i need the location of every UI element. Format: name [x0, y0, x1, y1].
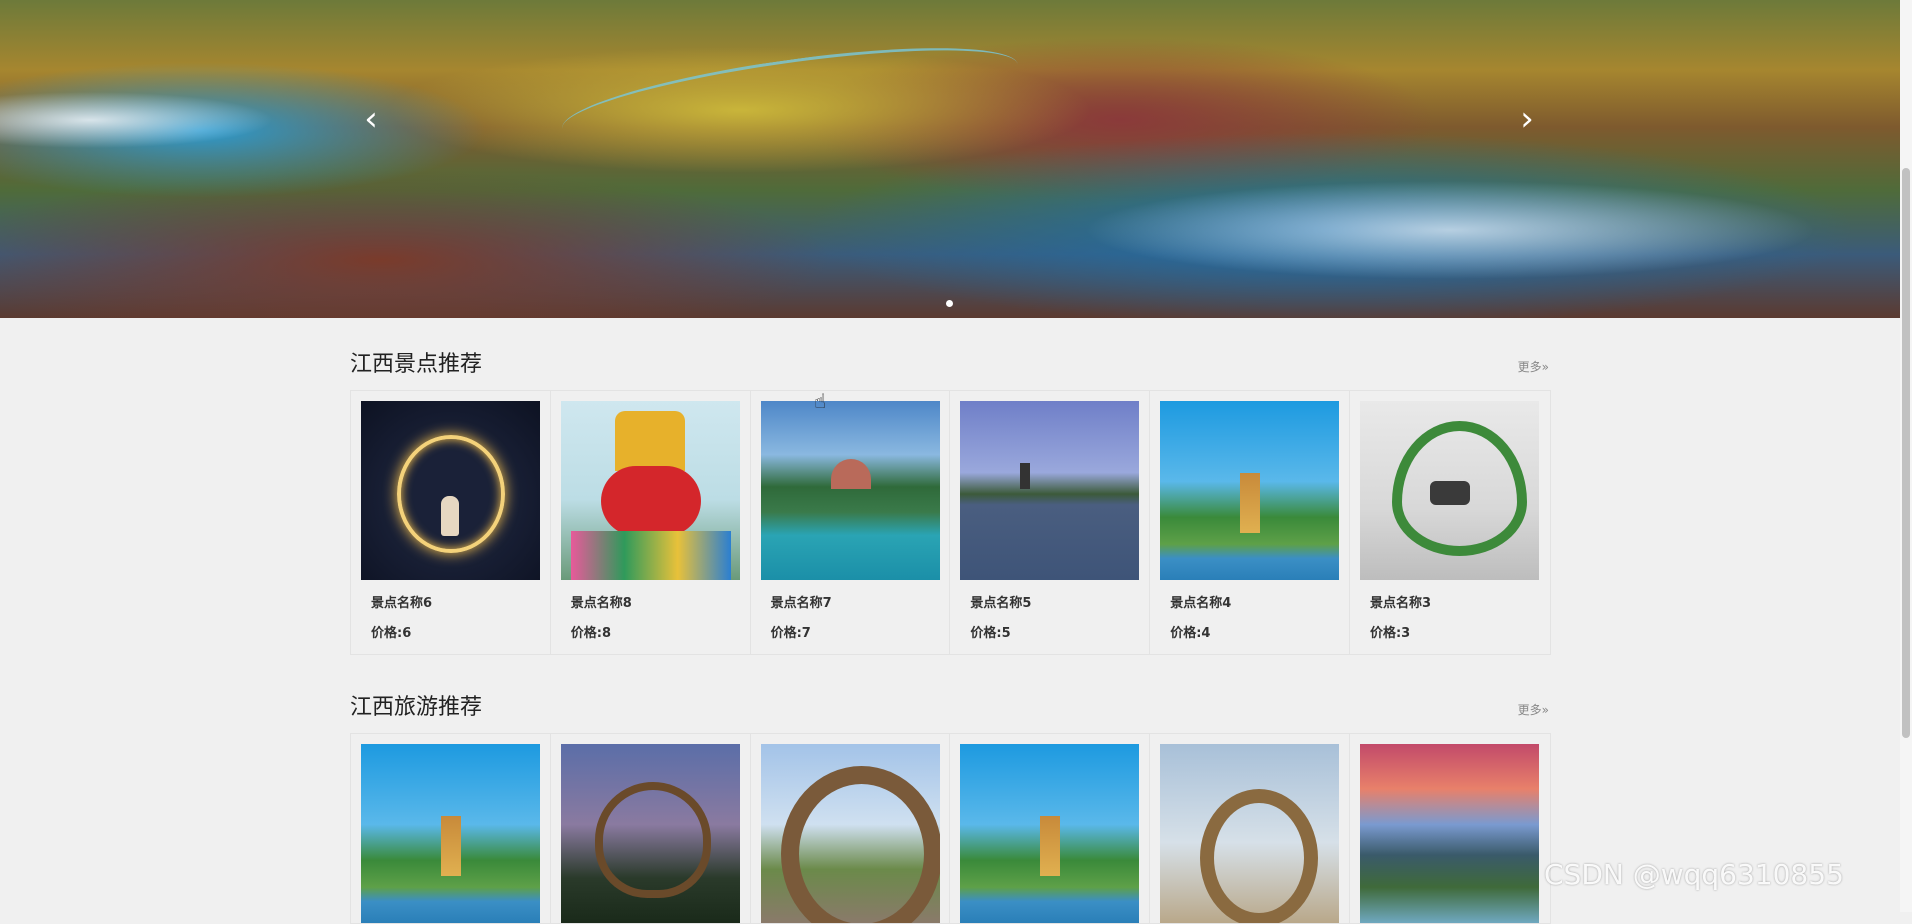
- hand-cursor-icon: ☝: [814, 389, 827, 413]
- spot-card[interactable]: 景点名称5 价格:5: [950, 391, 1151, 654]
- spot-price: 价格:5: [970, 626, 1011, 641]
- spot-card[interactable]: 景点名称7 价格:7: [751, 391, 951, 654]
- spot-card[interactable]: 景点名称3 价格:3: [1350, 391, 1550, 654]
- travel-card[interactable]: [551, 734, 751, 923]
- spot-card[interactable]: 景点名称4 价格:4: [1150, 391, 1350, 654]
- spot-name: 景点名称3: [1369, 596, 1432, 611]
- banner-next-button[interactable]: ›: [1514, 102, 1540, 136]
- spot-image[interactable]: [560, 401, 740, 580]
- section-title: 江西旅游推荐: [350, 695, 483, 720]
- spot-price: 价格:8: [570, 626, 612, 641]
- spot-image[interactable]: [960, 401, 1140, 580]
- spot-price: 价格:3: [1369, 626, 1411, 641]
- spot-price: 价格:7: [770, 626, 811, 641]
- travel-image[interactable]: [760, 744, 940, 923]
- travel-card[interactable]: [351, 734, 551, 923]
- banner-indicator-dot[interactable]: [946, 300, 953, 307]
- travel-card[interactable]: [1150, 734, 1350, 923]
- spot-card[interactable]: 景点名称8 价格:8: [551, 391, 751, 654]
- spot-image[interactable]: [1160, 401, 1340, 580]
- spot-image[interactable]: [1359, 401, 1539, 580]
- spot-card[interactable]: 景点名称6 价格:6: [351, 391, 551, 654]
- spot-image[interactable]: [760, 401, 940, 580]
- spot-name: 景点名称6: [371, 596, 433, 611]
- more-link[interactable]: 更多»: [1518, 358, 1549, 375]
- travel-image[interactable]: [1160, 744, 1340, 923]
- section-title: 江西景点推荐: [350, 352, 483, 377]
- travel-image[interactable]: [560, 744, 740, 923]
- card-list: [350, 733, 1551, 924]
- hero-banner: ‹ ›: [0, 0, 1900, 318]
- travel-image[interactable]: [361, 744, 540, 923]
- card-list: 景点名称6 价格:6 景点名称8 价格:8 景点名称7 价格:7 景点名称5 价…: [350, 390, 1551, 655]
- banner-river: [557, 28, 1023, 165]
- section-scenic-spots: 江西景点推荐 更多» 景点名称6 价格:6 景点名称8 价格:8 景点名称7 价…: [350, 350, 1551, 660]
- spot-price: 价格:6: [371, 626, 412, 641]
- spot-image[interactable]: [361, 401, 540, 580]
- spot-name: 景点名称5: [970, 596, 1032, 611]
- page-scrollbar[interactable]: [1900, 0, 1912, 912]
- travel-card[interactable]: [751, 734, 951, 923]
- travel-image[interactable]: [1359, 744, 1539, 923]
- scrollbar-thumb[interactable]: [1902, 168, 1910, 738]
- travel-image[interactable]: [960, 744, 1140, 923]
- banner-prev-button[interactable]: ‹: [358, 102, 384, 136]
- watermark: CSDN @wqq6310855: [1544, 858, 1844, 891]
- spot-price: 价格:4: [1170, 626, 1211, 641]
- chevron-right-icon: ›: [1520, 99, 1534, 139]
- travel-card[interactable]: [1350, 734, 1550, 923]
- section-travel-recommend: 江西旅游推荐 更多»: [350, 693, 1551, 924]
- more-link[interactable]: 更多»: [1518, 701, 1549, 718]
- spot-name: 景点名称4: [1170, 596, 1232, 611]
- chevron-left-icon: ‹: [364, 99, 378, 139]
- travel-card[interactable]: [950, 734, 1151, 923]
- spot-name: 景点名称8: [570, 596, 632, 611]
- spot-name: 景点名称7: [770, 596, 832, 611]
